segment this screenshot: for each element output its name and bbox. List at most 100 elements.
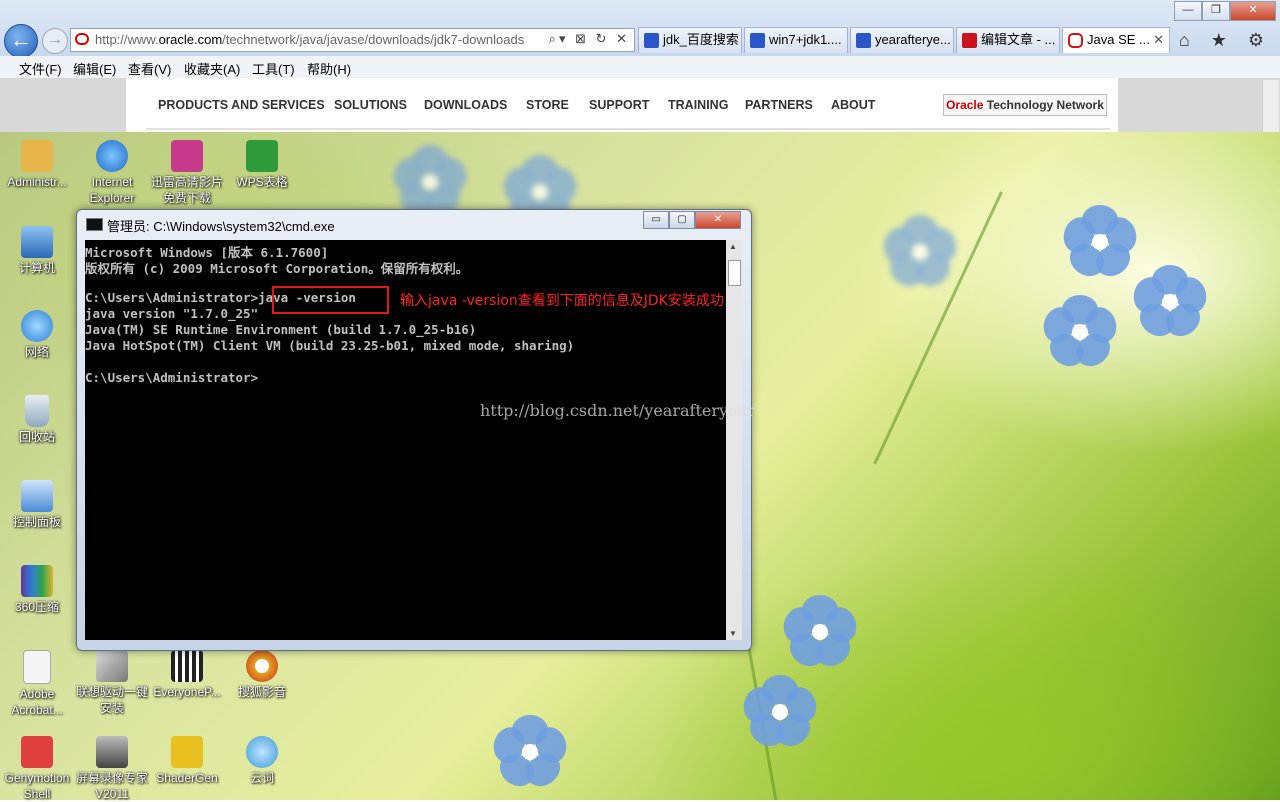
- url-text[interactable]: http://www.oracle.com/technetwork/java/j…: [95, 32, 525, 47]
- camera-icon: [96, 736, 128, 768]
- back-button[interactable]: ←: [4, 24, 38, 58]
- otn-brand: Oracle: [946, 98, 984, 112]
- close-button[interactable]: ✕: [1230, 1, 1276, 21]
- baidu-paw-icon: [644, 33, 659, 48]
- nav-training[interactable]: TRAINING: [668, 98, 728, 112]
- tab-close-icon[interactable]: ✕: [1153, 28, 1164, 52]
- menu-help[interactable]: 帮助(H): [307, 59, 351, 78]
- console-output[interactable]: Microsoft Windows [版本 6.1.7600] 版权所有 (c)…: [85, 240, 726, 640]
- csdn-icon: [962, 33, 977, 48]
- wallpaper-flower: [1129, 262, 1211, 343]
- wallpaper-flower: [489, 712, 571, 793]
- nav-downloads[interactable]: DOWNLOADS: [424, 98, 507, 112]
- baidu-paw-icon: [856, 33, 871, 48]
- desktop-icon-adobe-acrobat[interactable]: Adobe Acrobat...: [0, 650, 74, 718]
- console-scrollbar[interactable]: ▲ ▼: [726, 240, 742, 640]
- tab-edit-article[interactable]: 编辑文章 - ...: [956, 27, 1060, 53]
- desktop-icon-360-zip[interactable]: 360压缩: [0, 565, 74, 615]
- forward-button[interactable]: →: [42, 28, 68, 54]
- desktop-icon-sohu-player[interactable]: 搜狐影音: [225, 650, 299, 700]
- desktop-icon-genymotion-shell[interactable]: Genymotion Shell: [0, 736, 74, 802]
- page-scrollbar[interactable]: [1262, 80, 1279, 132]
- cmd-close-button[interactable]: ✕: [695, 211, 741, 229]
- desktop-icon-everyonepiano[interactable]: EveryoneP...: [150, 650, 224, 700]
- scrollbar-thumb[interactable]: [728, 260, 741, 286]
- cmd-title: 管理员: C:\Windows\system32\cmd.exe: [107, 219, 335, 234]
- cmd-restore-button[interactable]: ▢: [669, 211, 695, 229]
- tab-label: yearafterye...: [875, 32, 951, 47]
- desktop-icon-wps[interactable]: WPS表格: [225, 140, 299, 190]
- otn-button[interactable]: Oracle Technology Network: [943, 94, 1107, 116]
- wallpaper-flower: [1039, 292, 1121, 373]
- console-icon: [86, 218, 103, 231]
- arrow-right-icon: →: [47, 31, 63, 48]
- url-prefix: http://www.: [95, 32, 159, 47]
- highlight-box: [272, 286, 389, 314]
- user-folder-icon: [21, 140, 53, 172]
- menu-tools[interactable]: 工具(T): [252, 59, 295, 78]
- url-path: /technetwork/java/javase/downloads/jdk7-…: [222, 32, 525, 47]
- scroll-down-icon[interactable]: ▼: [729, 629, 737, 638]
- desktop-icon-control-panel[interactable]: 控制面板: [0, 480, 74, 530]
- tab-label: 编辑文章 - ...: [981, 32, 1056, 47]
- tab-win7-jdk[interactable]: win7+jdk1....: [744, 27, 848, 53]
- nav-partners[interactable]: PARTNERS: [745, 98, 813, 112]
- wallpaper-flower: [1059, 202, 1141, 283]
- menu-edit[interactable]: 编辑(E): [73, 59, 116, 78]
- nav-solutions[interactable]: SOLUTIONS: [334, 98, 407, 112]
- desktop-icon-network[interactable]: 网络: [0, 310, 74, 360]
- wallpaper-flower: [779, 592, 861, 673]
- console-line: java version "1.7.0_25": [85, 306, 259, 321]
- desktop-icon-screen-recorder[interactable]: 屏幕录像专家V2011: [75, 736, 149, 802]
- browser-toolbar-icons[interactable]: ⌂ ★ ⚙: [1179, 30, 1272, 51]
- tab-java-se[interactable]: Java SE ... ✕: [1062, 27, 1170, 53]
- desktop-icon-xunlei[interactable]: 迅雷高清影片免费下载: [150, 140, 224, 206]
- tab-label: jdk_百度搜索: [663, 32, 739, 47]
- desktop-icon-recycle-bin[interactable]: 回收站: [0, 395, 74, 445]
- computer-icon: [21, 226, 53, 258]
- oracle-favicon-icon: [75, 33, 89, 45]
- minimize-button[interactable]: —: [1174, 1, 1202, 21]
- otn-label: Technology Network: [983, 98, 1104, 112]
- annotation-note: 输入java -version查看到下面的信息及JDK安装成功: [400, 293, 724, 309]
- cmd-minimize-button[interactable]: ▭: [643, 211, 669, 229]
- url-domain: oracle.com: [158, 32, 223, 47]
- console-line: C:\Users\Administrator>: [85, 370, 259, 385]
- desktop-icon-computer[interactable]: 计算机: [0, 226, 74, 276]
- restore-button[interactable]: ❐: [1202, 1, 1230, 21]
- scroll-up-icon[interactable]: ▲: [729, 242, 737, 251]
- console-line: Java(TM) SE Runtime Environment (build 1…: [85, 322, 477, 337]
- play-icon: [246, 650, 278, 682]
- desktop-icon-administrator[interactable]: Administr...: [0, 140, 74, 190]
- browser-window: ← → http://www.oracle.com/technetwork/ja…: [0, 0, 1280, 132]
- wrench-icon: [96, 650, 128, 682]
- shadergen-icon: [171, 736, 203, 768]
- ie-icon: [96, 140, 128, 172]
- tab-yearafteryear[interactable]: yearafterye...: [850, 27, 954, 53]
- menu-file[interactable]: 文件(F): [19, 59, 62, 78]
- desktop-icon-shadergen[interactable]: ShaderGen: [150, 736, 224, 786]
- nav-products-and-services[interactable]: PRODUCTS AND SERVICES: [158, 98, 325, 112]
- control-panel-icon: [21, 480, 53, 512]
- nav-support[interactable]: SUPPORT: [589, 98, 649, 112]
- menu-favorites[interactable]: 收藏夹(A): [184, 59, 240, 78]
- address-controls[interactable]: ⌕▾ ⊠ ↻ ✕: [549, 31, 630, 47]
- wallpaper-flower: [739, 672, 821, 753]
- address-bar[interactable]: http://www.oracle.com/technetwork/java/j…: [70, 28, 635, 52]
- cloud-icon: [246, 736, 278, 768]
- console-line: Java HotSpot(TM) Client VM (build 23.25-…: [85, 338, 575, 353]
- network-icon: [21, 310, 53, 342]
- nav-store[interactable]: STORE: [526, 98, 569, 112]
- desktop-icon-yunci[interactable]: 云词: [225, 736, 299, 786]
- desktop-icon-lenovo-driver[interactable]: 联想驱动一键安装: [75, 650, 149, 716]
- menu-view[interactable]: 查看(V): [128, 59, 171, 78]
- wallpaper-flower: [879, 212, 961, 293]
- arrow-left-icon: ←: [10, 27, 32, 52]
- oracle-favicon-icon: [1068, 33, 1083, 48]
- desktop-icon-internet-explorer[interactable]: Internet Explorer: [75, 140, 149, 206]
- tab-jdk-baidu[interactable]: jdk_百度搜索: [638, 27, 742, 53]
- wps-icon: [246, 140, 278, 172]
- nav-about[interactable]: ABOUT: [831, 98, 875, 112]
- tab-label: Java SE ...: [1087, 32, 1150, 47]
- console-line: 版权所有 (c) 2009 Microsoft Corporation。保留所有…: [85, 261, 469, 276]
